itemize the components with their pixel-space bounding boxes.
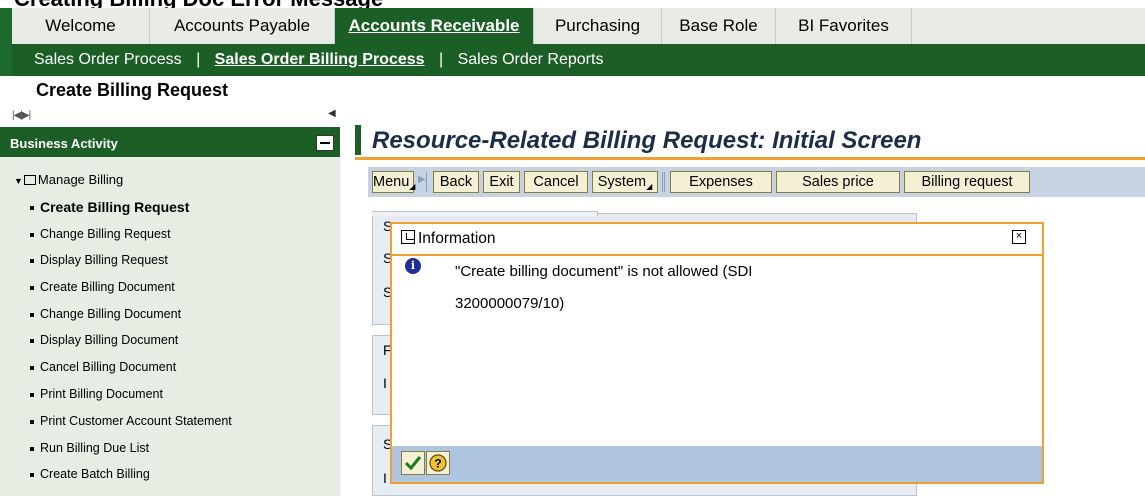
nav-item-label: Print Billing Document	[40, 387, 163, 401]
nav-group-label: Manage Billing	[37, 172, 124, 187]
bullet-icon	[30, 232, 34, 237]
window-icon	[401, 230, 415, 244]
toolbar-separator	[662, 172, 663, 192]
subnav-separator: |	[439, 51, 444, 68]
main-title: Resource-Related Billing Request: Initia…	[372, 127, 922, 154]
tab-accounts-receivable[interactable]: Accounts Receivable	[335, 8, 534, 44]
sales-price-button[interactable]: Sales price	[776, 171, 900, 193]
left-panel-title: Business Activity	[10, 136, 118, 151]
nav-item-label: Display Billing Request	[40, 253, 168, 267]
toolbar-separator	[664, 172, 665, 192]
ok-button[interactable]	[401, 451, 425, 475]
nav-item-label: Run Billing Due List	[40, 441, 150, 455]
nav-item-display-billing-document[interactable]: Display Billing Document	[30, 333, 178, 347]
sub-navigation: Sales Order Process | Sales Order Billin…	[12, 44, 1145, 76]
nav-item-cancel-billing-document[interactable]: Cancel Billing Document	[30, 360, 176, 374]
nav-item-label: Create Billing Document	[40, 280, 175, 294]
help-icon: ?	[429, 454, 447, 472]
bullet-icon	[30, 206, 34, 211]
cancel-button[interactable]: Cancel	[524, 171, 588, 193]
bullet-icon	[30, 472, 34, 477]
dialog-footer	[392, 446, 1042, 482]
tab-accounts-payable[interactable]: Accounts Payable	[150, 8, 335, 44]
subnav-sales-order-billing-process[interactable]: Sales Order Billing Process	[215, 51, 425, 68]
subnav-separator: |	[196, 51, 201, 68]
collapse-left-icon[interactable]: ◀	[328, 108, 336, 119]
checkmark-icon	[404, 456, 422, 471]
toolbar-separator	[426, 172, 427, 192]
nav-item-print-customer-account-statement[interactable]: Print Customer Account Statement	[30, 414, 232, 428]
bullet-icon	[30, 338, 34, 343]
nav-item-label: Cancel Billing Document	[40, 360, 177, 374]
nav-item-change-billing-document[interactable]: Change Billing Document	[30, 307, 181, 321]
bg-group-tab	[372, 211, 598, 216]
back-button[interactable]: Back	[433, 171, 479, 193]
bullet-icon	[30, 419, 34, 424]
nav-item-label: Display Billing Document	[40, 333, 179, 347]
caret-down-icon: ▼	[14, 176, 23, 186]
dialog-message-line1: "Create billing document" is not allowed…	[455, 263, 753, 280]
subnav-sales-order-reports[interactable]: Sales Order Reports	[458, 51, 604, 68]
nav-item-create-billing-document[interactable]: Create Billing Document	[30, 280, 175, 294]
tab-base-role[interactable]: Base Role	[662, 8, 776, 44]
toolbar-grip-icon: ▶	[418, 174, 426, 185]
title-underline	[355, 157, 1145, 160]
bullet-icon	[30, 365, 34, 370]
tab-welcome[interactable]: Welcome	[12, 8, 150, 44]
page-title: Create Billing Request	[36, 80, 229, 100]
nav-item-create-billing-request[interactable]: Create Billing Request	[30, 199, 189, 215]
nav-item-run-billing-due-list[interactable]: Run Billing Due List	[30, 441, 149, 455]
exit-button[interactable]: Exit	[483, 171, 520, 193]
nav-item-print-billing-document[interactable]: Print Billing Document	[30, 387, 163, 401]
main-title-accent	[355, 125, 361, 155]
information-dialog	[390, 222, 1044, 484]
bullet-icon	[30, 446, 34, 451]
close-icon[interactable]: ×	[1012, 230, 1026, 244]
nav-item-label: Change Billing Request	[40, 227, 171, 241]
nav-item-label: Change Billing Document	[40, 307, 182, 321]
nav-group-manage-billing[interactable]: ▼ Manage Billing	[14, 172, 123, 187]
nav-item-create-batch-billing[interactable]: Create Batch Billing	[30, 467, 150, 481]
billing-request-button[interactable]: Billing request	[904, 171, 1030, 193]
nav-item-label: Create Billing Request	[40, 199, 190, 215]
svg-text:?: ?	[434, 457, 441, 471]
nav-item-label: Print Customer Account Statement	[40, 414, 232, 428]
panel-collapse-control[interactable]: |◀|▶|	[12, 110, 31, 121]
minimize-icon[interactable]	[316, 135, 334, 151]
tab-purchasing[interactable]: Purchasing	[534, 8, 662, 44]
bullet-icon	[30, 258, 34, 263]
expenses-button[interactable]: Expenses	[670, 171, 772, 193]
info-icon: i	[405, 258, 421, 274]
bullet-icon	[30, 285, 34, 290]
menu-button[interactable]: Menu◢	[372, 171, 416, 193]
nav-item-change-billing-request[interactable]: Change Billing Request	[30, 227, 171, 241]
bg-fragment: I	[383, 470, 387, 486]
bullet-icon	[30, 392, 34, 397]
bullet-icon	[30, 312, 34, 317]
nav-item-display-billing-request[interactable]: Display Billing Request	[30, 253, 168, 267]
dropdown-corner-icon: ◢	[646, 182, 653, 191]
nav-item-label: Create Batch Billing	[40, 467, 150, 481]
dropdown-corner-icon: ◢	[409, 182, 416, 191]
left-accent-bar	[0, 8, 12, 76]
dialog-message-line2: 3200000079/10)	[455, 295, 565, 312]
bg-fragment: I	[383, 375, 387, 391]
top-tab-bar: Welcome Accounts Payable Accounts Receiv…	[12, 8, 1145, 44]
folder-icon	[23, 175, 36, 185]
subnav-sales-order-process[interactable]: Sales Order Process	[34, 51, 182, 68]
system-button[interactable]: System◢	[592, 171, 658, 193]
dialog-title: Information	[418, 230, 496, 247]
tab-bi-favorites[interactable]: BI Favorites	[776, 8, 912, 44]
help-button[interactable]: ?	[426, 451, 450, 475]
dialog-title-rule	[392, 254, 1042, 256]
